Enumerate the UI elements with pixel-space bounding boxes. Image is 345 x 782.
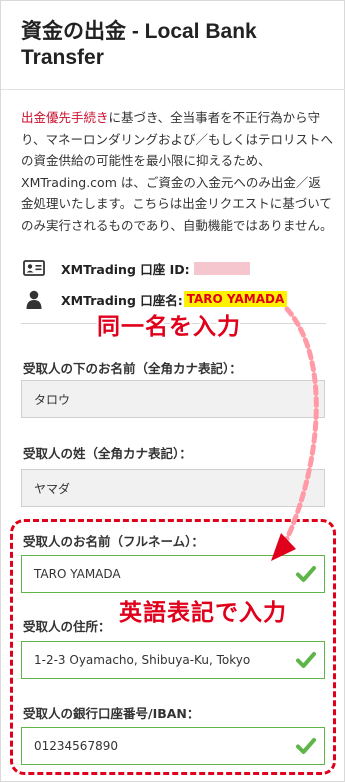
full-name-field[interactable]: TARO YAMADA xyxy=(21,555,325,593)
check-icon xyxy=(296,566,316,582)
notice-body: に基づき、全当事者を不正行為から守り、マネーロンダリングおよび／もしくはテロリス… xyxy=(21,110,334,233)
account-number-field[interactable]: 01234567890 xyxy=(21,727,325,765)
user-icon xyxy=(23,289,45,309)
masked-account-id xyxy=(193,261,250,275)
address-field[interactable]: 1-2-3 Oyamacho, Shibuya-Ku, Tokyo xyxy=(21,641,325,679)
check-icon xyxy=(296,652,316,668)
account-number-value: 01234567890 xyxy=(34,739,118,753)
title-divider xyxy=(1,89,345,90)
family-name-kana-field[interactable]: ヤマダ xyxy=(21,469,325,507)
id-card-icon xyxy=(23,258,45,278)
same-name-annotation: 同一名を入力 xyxy=(97,314,241,340)
account-name-label: XMTrading 口座名: xyxy=(61,292,183,308)
account-id-label: XMTrading 口座 ID: xyxy=(61,261,190,277)
full-name-value: TARO YAMADA xyxy=(34,567,121,581)
withdrawal-priority-link[interactable]: 出金優先手続き xyxy=(21,110,109,125)
account-name-value: TARO YAMADA xyxy=(183,291,288,307)
family-name-kana-label: 受取人の姓（全角カナ表記）： xyxy=(23,446,192,461)
given-name-kana-label: 受取人の下のお名前（全角カナ表記）： xyxy=(23,361,242,376)
page-title: 資金の出金 - Local Bank Transfer xyxy=(21,20,257,69)
address-label: 受取人の住所： xyxy=(23,619,111,634)
family-name-kana-value: ヤマダ xyxy=(34,481,71,496)
check-icon xyxy=(296,738,316,754)
account-id-row: XMTrading 口座 ID: xyxy=(23,258,250,278)
full-name-label: 受取人のお名前（フルネーム）： xyxy=(23,534,204,549)
address-value: 1-2-3 Oyamacho, Shibuya-Ku, Tokyo xyxy=(34,653,251,667)
account-name-row: XMTrading 口座名: TARO YAMADA xyxy=(23,289,288,309)
withdrawal-notice: 出金優先手続きに基づき、全当事者を不正行為から守り、マネーロンダリングおよび／も… xyxy=(21,107,333,237)
account-number-label: 受取人の銀行口座番号/IBAN： xyxy=(23,706,200,721)
withdrawal-panel: 資金の出金 - Local Bank Transfer 出金優先手続きに基づき、… xyxy=(0,0,345,782)
given-name-kana-field[interactable]: タロウ xyxy=(21,380,325,418)
english-input-annotation: 英語表記で入力 xyxy=(119,600,287,626)
given-name-kana-value: タロウ xyxy=(34,392,71,407)
